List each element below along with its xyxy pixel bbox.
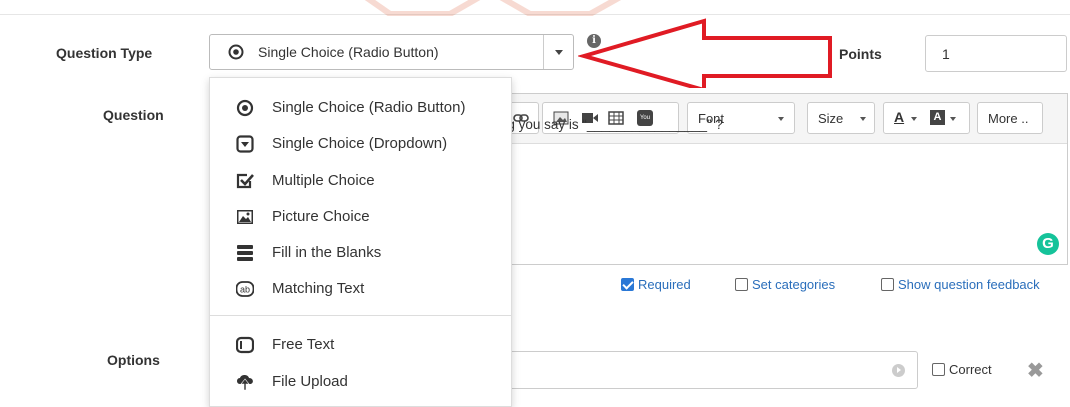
dropdown-item-free-text[interactable]: Free Text xyxy=(210,328,511,362)
grammarly-icon[interactable]: G xyxy=(1037,233,1059,255)
radio-icon xyxy=(228,44,244,60)
size-select-label: Size xyxy=(818,111,844,126)
show-feedback-checkbox[interactable]: Show question feedback xyxy=(881,277,1040,292)
points-input[interactable] xyxy=(925,35,1067,72)
chevron-down-icon xyxy=(778,117,784,121)
dropdown-item-multiple-choice[interactable]: Multiple Choice xyxy=(210,164,511,198)
matching-icon: ab xyxy=(236,281,254,297)
question-type-dropdown: Single Choice (Radio Button) Single Choi… xyxy=(209,77,512,407)
radio-icon xyxy=(236,99,254,117)
points-label: Points xyxy=(839,46,882,62)
watermark-logo xyxy=(364,0,622,16)
dropdown-item-label: Fill in the Blanks xyxy=(272,244,382,261)
arrow-right-circle-icon[interactable] xyxy=(892,364,905,377)
dropdown-item-label: Free Text xyxy=(272,336,335,353)
fill-blanks-icon xyxy=(237,245,253,261)
dropdown-item-matching-text[interactable]: ab Matching Text xyxy=(210,272,511,306)
checkbox-icon xyxy=(881,278,894,291)
question-type-select[interactable]: Single Choice (Radio Button) xyxy=(209,34,574,70)
red-arrow-annotation xyxy=(578,18,832,88)
chevron-down-icon xyxy=(911,117,917,121)
show-feedback-label: Show question feedback xyxy=(898,277,1040,292)
question-type-label: Question Type xyxy=(56,45,153,61)
question-label: Question xyxy=(103,107,164,123)
color-button-group: A A xyxy=(883,102,970,134)
required-checkbox[interactable]: Required xyxy=(621,277,691,292)
more-button[interactable]: More .. xyxy=(977,102,1043,134)
delete-option-icon[interactable]: ✖ xyxy=(1027,358,1044,383)
dropdown-item-label: Matching Text xyxy=(272,280,365,297)
chevron-down-icon xyxy=(860,117,866,121)
free-text-icon xyxy=(236,336,254,354)
options-label: Options xyxy=(107,352,160,368)
correct-label: Correct xyxy=(949,362,992,377)
checkbox-checked-icon xyxy=(621,278,634,291)
selected-type-text: Single Choice (Radio Button) xyxy=(258,44,439,60)
text-color-icon[interactable]: A xyxy=(894,109,904,125)
svg-text:ab: ab xyxy=(240,285,250,295)
dropdown-item-label: Picture Choice xyxy=(272,208,370,225)
dropdown-divider xyxy=(210,315,511,316)
more-button-label: More .. xyxy=(988,111,1029,126)
checkbox-icon xyxy=(735,278,748,291)
chevron-down-icon xyxy=(950,117,956,121)
select-caret-button[interactable] xyxy=(543,35,573,69)
checkbox-icon xyxy=(236,173,254,189)
checkbox-icon xyxy=(932,363,945,376)
dropdown-icon xyxy=(236,135,254,153)
dropdown-item-label: Single Choice (Dropdown) xyxy=(272,135,448,152)
dropdown-item-label: File Upload xyxy=(272,373,348,390)
set-categories-label: Set categories xyxy=(752,277,836,292)
correct-checkbox[interactable]: Correct xyxy=(932,362,992,377)
required-label: Required xyxy=(638,277,691,292)
chevron-down-icon xyxy=(555,50,563,55)
upload-icon xyxy=(237,375,253,391)
size-select[interactable]: Size xyxy=(807,102,875,134)
dropdown-item-fill-in-the-blanks[interactable]: Fill in the Blanks xyxy=(210,236,511,270)
dropdown-item-single-choice-radio[interactable]: Single Choice (Radio Button) xyxy=(210,91,511,125)
background-color-icon[interactable]: A xyxy=(930,110,945,125)
dropdown-item-label: Multiple Choice xyxy=(272,172,375,189)
dropdown-item-label: Single Choice (Radio Button) xyxy=(272,99,466,116)
picture-icon xyxy=(237,210,253,224)
set-categories-checkbox[interactable]: Set categories xyxy=(735,277,835,292)
dropdown-item-single-choice-dropdown[interactable]: Single Choice (Dropdown) xyxy=(210,127,511,161)
dropdown-item-picture-choice[interactable]: Picture Choice xyxy=(210,200,511,234)
